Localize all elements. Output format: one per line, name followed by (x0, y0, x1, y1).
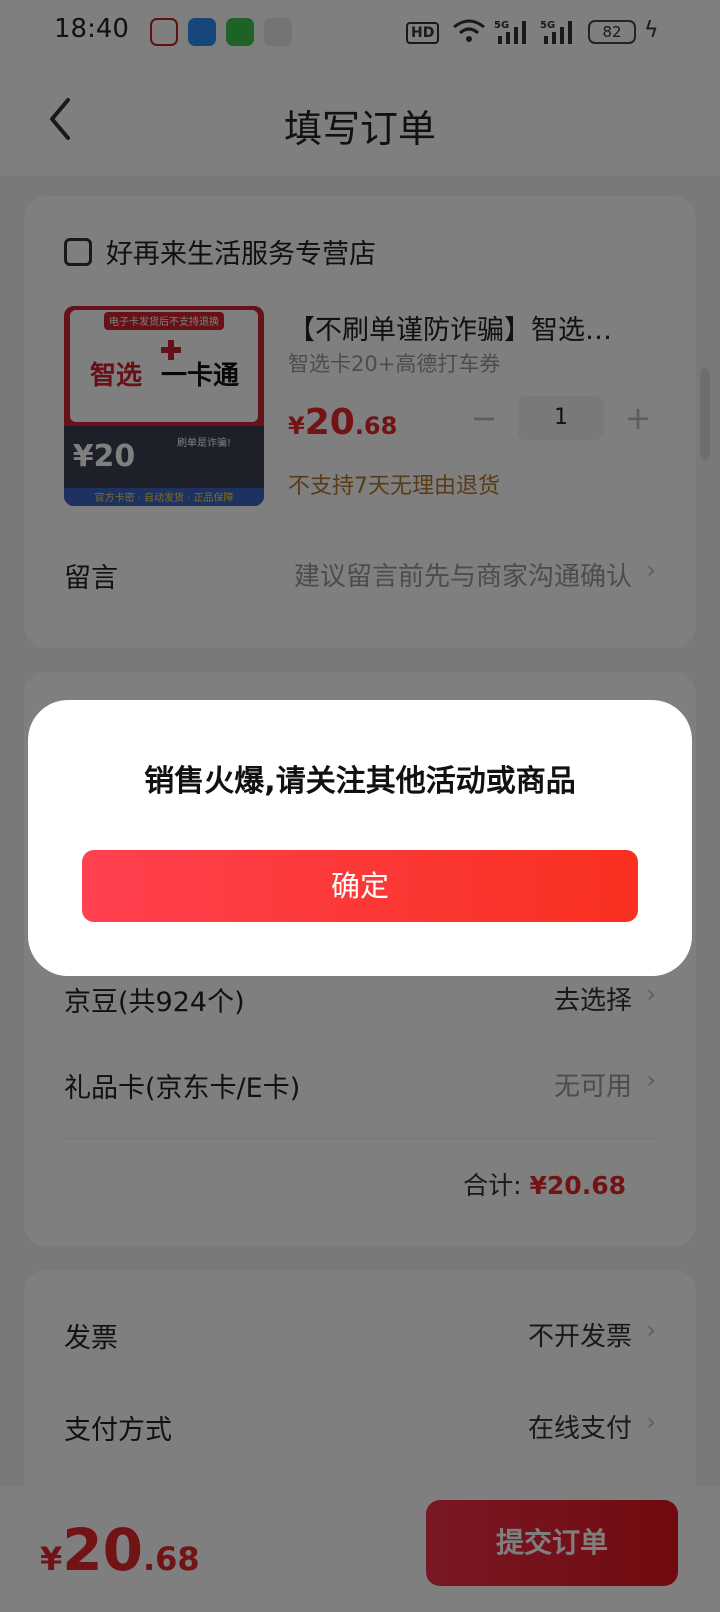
dialog-message: 销售火爆,请关注其他活动或商品 (144, 764, 576, 799)
alert-dialog: 销售火爆,请关注其他活动或商品 确定 (28, 700, 692, 976)
confirm-button[interactable]: 确定 (82, 850, 638, 922)
